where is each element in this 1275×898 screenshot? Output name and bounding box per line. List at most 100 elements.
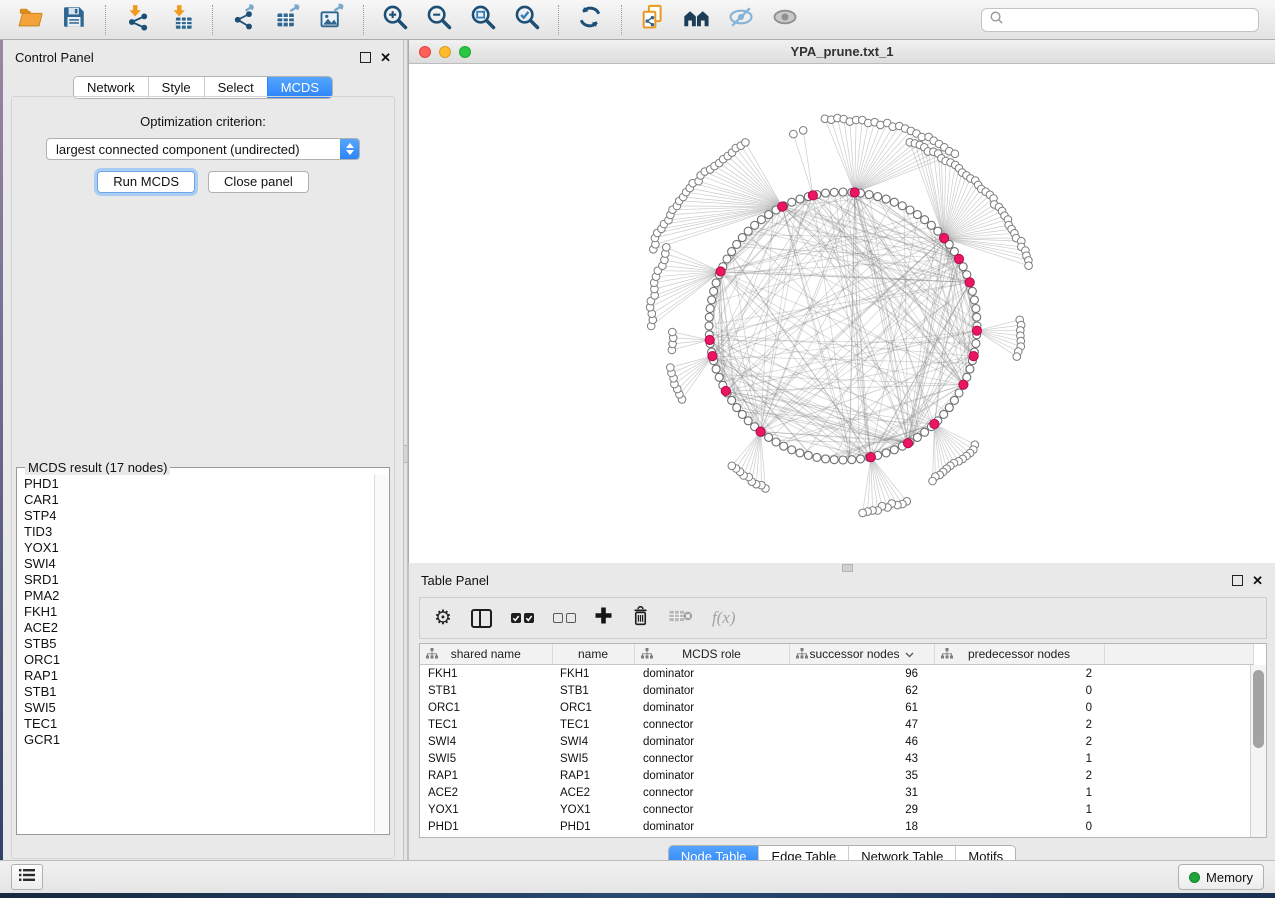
mcds-list-item[interactable]: SRD1 xyxy=(18,572,375,588)
cell-predecessor-nodes[interactable]: 1 xyxy=(934,750,1104,767)
mcds-list-item[interactable]: STP4 xyxy=(18,508,375,524)
table-scrollbar-thumb[interactable] xyxy=(1253,670,1264,748)
cell-mcds-role[interactable]: dominator xyxy=(634,733,789,750)
cell-mcds-role[interactable]: connector xyxy=(634,801,789,818)
float-panel-icon[interactable] xyxy=(360,52,371,63)
column-header-shared-name[interactable]: shared name xyxy=(420,644,552,665)
mcds-list-item[interactable]: FKH1 xyxy=(18,604,375,620)
zoom-fit-button[interactable] xyxy=(467,4,499,36)
open-file-button[interactable] xyxy=(14,4,46,36)
cell-predecessor-nodes[interactable]: 1 xyxy=(934,784,1104,801)
table-row[interactable]: ACE2ACE2connector311 xyxy=(420,784,1254,801)
cell-predecessor-nodes[interactable]: 0 xyxy=(934,699,1104,716)
tab-network[interactable]: Network xyxy=(74,77,148,98)
cell-successor-nodes[interactable]: 46 xyxy=(789,733,934,750)
cell-successor-nodes[interactable]: 62 xyxy=(789,682,934,699)
import-network-button[interactable] xyxy=(121,4,153,36)
cell-shared-name[interactable]: ORC1 xyxy=(420,699,552,716)
cell-predecessor-nodes[interactable]: 2 xyxy=(934,733,1104,750)
table-row[interactable]: ORC1ORC1dominator610 xyxy=(420,699,1254,716)
close-panel-button[interactable]: Close panel xyxy=(208,171,309,193)
cell-name[interactable]: STB1 xyxy=(552,682,634,699)
first-neighbors-button[interactable] xyxy=(681,4,713,36)
table-row[interactable]: TEC1TEC1connector472 xyxy=(420,716,1254,733)
cell-predecessor-nodes[interactable]: 2 xyxy=(934,665,1104,683)
cell-predecessor-nodes[interactable]: 0 xyxy=(934,818,1104,835)
search-input[interactable] xyxy=(1009,11,1251,28)
cell-shared-name[interactable]: SWI5 xyxy=(420,750,552,767)
export-network-button[interactable] xyxy=(228,4,260,36)
table-row[interactable]: RAP1RAP1dominator352 xyxy=(420,767,1254,784)
export-table-button[interactable] xyxy=(272,4,304,36)
cell-successor-nodes[interactable]: 61 xyxy=(789,699,934,716)
cell-successor-nodes[interactable]: 35 xyxy=(789,767,934,784)
cell-name[interactable]: PHD1 xyxy=(552,818,634,835)
mcds-list-item[interactable]: STB5 xyxy=(18,636,375,652)
network-titlebar[interactable]: YPA_prune.txt_1 xyxy=(409,40,1275,64)
column-header-successor-nodes[interactable]: successor nodes xyxy=(789,644,934,665)
cell-mcds-role[interactable]: connector xyxy=(634,750,789,767)
cell-successor-nodes[interactable]: 47 xyxy=(789,716,934,733)
delete-table-button[interactable] xyxy=(669,608,693,629)
mcds-list-item[interactable]: SWI5 xyxy=(18,700,375,716)
import-table-button[interactable] xyxy=(165,4,197,36)
hide-selected-button[interactable] xyxy=(725,4,757,36)
cell-shared-name[interactable]: YOX1 xyxy=(420,801,552,818)
select-all-button[interactable] xyxy=(511,613,534,623)
column-header-predecessor-nodes[interactable]: predecessor nodes xyxy=(934,644,1104,665)
optimization-criterion-select[interactable]: largest connected component (undirected) xyxy=(46,138,360,160)
tab-select[interactable]: Select xyxy=(204,77,267,98)
mcds-list-item[interactable]: ACE2 xyxy=(18,620,375,636)
mcds-list-scrollbar[interactable] xyxy=(374,474,388,833)
tab-mcds[interactable]: MCDS xyxy=(267,77,332,98)
duplicate-network-button[interactable] xyxy=(637,4,669,36)
cell-shared-name[interactable]: PHD1 xyxy=(420,818,552,835)
close-panel-icon[interactable]: ✕ xyxy=(1252,574,1263,587)
cell-name[interactable]: ACE2 xyxy=(552,784,634,801)
zoom-selected-button[interactable] xyxy=(511,4,543,36)
table-row[interactable]: FKH1FKH1dominator962 xyxy=(420,665,1254,683)
mcds-list-item[interactable]: YOX1 xyxy=(18,540,375,556)
cell-shared-name[interactable]: ACE2 xyxy=(420,784,552,801)
export-image-button[interactable] xyxy=(316,4,348,36)
cell-mcds-role[interactable]: dominator xyxy=(634,699,789,716)
cell-name[interactable]: TEC1 xyxy=(552,716,634,733)
cell-shared-name[interactable]: SWI4 xyxy=(420,733,552,750)
show-columns-button[interactable] xyxy=(471,609,492,628)
memory-button[interactable]: Memory xyxy=(1178,864,1264,890)
refresh-button[interactable] xyxy=(574,4,606,36)
table-row[interactable]: PHD1PHD1dominator180 xyxy=(420,818,1254,835)
table-row[interactable]: SWI4SWI4dominator462 xyxy=(420,733,1254,750)
cell-predecessor-nodes[interactable]: 2 xyxy=(934,716,1104,733)
task-history-button[interactable] xyxy=(11,864,43,890)
cell-mcds-role[interactable]: connector xyxy=(634,784,789,801)
cell-mcds-role[interactable]: dominator xyxy=(634,665,789,683)
divider-handle[interactable] xyxy=(404,445,407,463)
cell-successor-nodes[interactable]: 96 xyxy=(789,665,934,683)
cell-mcds-role[interactable]: dominator xyxy=(634,767,789,784)
cell-shared-name[interactable]: STB1 xyxy=(420,682,552,699)
close-panel-icon[interactable]: ✕ xyxy=(380,51,391,64)
cell-predecessor-nodes[interactable]: 2 xyxy=(934,767,1104,784)
table-row[interactable]: YOX1YOX1connector291 xyxy=(420,801,1254,818)
mcds-list-item[interactable]: SWI4 xyxy=(18,556,375,572)
network-graph-svg[interactable] xyxy=(409,64,1275,563)
delete-column-button[interactable] xyxy=(631,606,650,631)
table-scrollbar[interactable] xyxy=(1250,665,1266,837)
float-panel-icon[interactable] xyxy=(1232,575,1243,586)
cell-name[interactable]: RAP1 xyxy=(552,767,634,784)
tab-style[interactable]: Style xyxy=(148,77,204,98)
cell-successor-nodes[interactable]: 29 xyxy=(789,801,934,818)
cell-name[interactable]: FKH1 xyxy=(552,665,634,683)
mcds-list-item[interactable]: PMA2 xyxy=(18,588,375,604)
create-column-button[interactable] xyxy=(595,607,612,629)
mcds-list-item[interactable]: CAR1 xyxy=(18,492,375,508)
cell-name[interactable]: SWI5 xyxy=(552,750,634,767)
cell-successor-nodes[interactable]: 18 xyxy=(789,818,934,835)
mcds-list-item[interactable]: PHD1 xyxy=(18,476,375,492)
cell-predecessor-nodes[interactable]: 0 xyxy=(934,682,1104,699)
cell-mcds-role[interactable]: connector xyxy=(634,716,789,733)
cell-successor-nodes[interactable]: 31 xyxy=(789,784,934,801)
table-row[interactable]: SWI5SWI5connector431 xyxy=(420,750,1254,767)
cell-shared-name[interactable]: RAP1 xyxy=(420,767,552,784)
